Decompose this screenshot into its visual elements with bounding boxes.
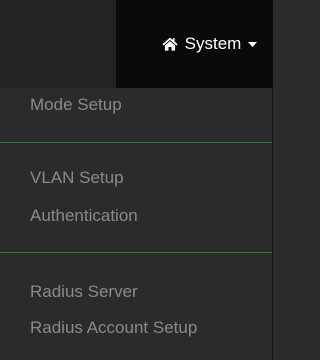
- system-menu-toggle[interactable]: System: [116, 0, 273, 88]
- menu-divider: [0, 142, 272, 143]
- navbar: System: [0, 0, 273, 88]
- menu-item-authentication[interactable]: Authentication: [30, 206, 138, 226]
- system-menu-label: System: [184, 34, 242, 53]
- home-icon: [162, 37, 178, 51]
- menu-item-mode-setup[interactable]: Mode Setup: [30, 95, 122, 115]
- caret-down-icon: [248, 42, 258, 48]
- menu-item-vlan-setup[interactable]: VLAN Setup: [30, 168, 124, 188]
- menu-item-radius-server[interactable]: Radius Server: [30, 282, 138, 302]
- system-dropdown-menu: Mode Setup VLAN Setup Authentication Rad…: [0, 88, 273, 360]
- menu-item-radius-account-setup[interactable]: Radius Account Setup: [30, 318, 197, 338]
- menu-divider: [0, 252, 272, 253]
